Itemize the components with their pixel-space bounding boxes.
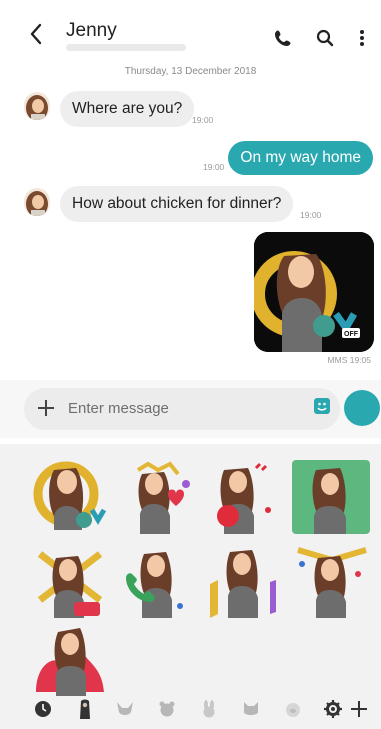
contact-avatar[interactable]: [24, 188, 50, 216]
send-button[interactable]: [344, 390, 380, 426]
sticker-phone[interactable]: [118, 544, 196, 618]
rabbit-icon[interactable]: [198, 698, 220, 720]
pig-icon[interactable]: [282, 698, 304, 720]
sticker-ok[interactable]: [32, 456, 110, 530]
cat-icon[interactable]: [240, 698, 262, 720]
sticker-no[interactable]: [32, 544, 110, 618]
phone-icon[interactable]: [271, 26, 295, 50]
message-bubble-outgoing[interactable]: On my way home: [228, 141, 373, 175]
add-attachment-icon[interactable]: [34, 396, 58, 420]
message-bubble-incoming[interactable]: Where are you?: [60, 91, 195, 127]
date-separator: Thursday, 13 December 2018: [124, 66, 257, 77]
contact-name: Jenny: [66, 20, 117, 41]
add-icon[interactable]: [348, 698, 370, 720]
sticker-angry[interactable]: [204, 460, 282, 534]
sticker-love[interactable]: [118, 460, 196, 534]
sticker-sad[interactable]: [292, 460, 370, 534]
message-time: 19:00: [300, 210, 322, 220]
sticker-fire[interactable]: [32, 622, 110, 696]
fox-icon[interactable]: [114, 698, 136, 720]
sticker-celebrate[interactable]: [292, 544, 370, 618]
contact-number-blurred: [66, 44, 186, 51]
settings-icon[interactable]: [322, 698, 344, 720]
sticker-music[interactable]: [204, 544, 282, 618]
message-input-placeholder[interactable]: Enter message: [68, 400, 169, 417]
message-time: MMS 19:05: [327, 355, 371, 365]
more-vert-icon[interactable]: [350, 26, 374, 50]
sticker-badge: OFF: [344, 331, 359, 338]
bear-icon[interactable]: [156, 698, 178, 720]
sticker-message[interactable]: OFF: [254, 232, 374, 352]
back-arrow-icon[interactable]: [22, 20, 50, 48]
message-bubble-incoming[interactable]: How about chicken for dinner?: [60, 186, 294, 222]
recent-icon[interactable]: [32, 698, 54, 720]
message-time: 19:00: [203, 162, 225, 172]
sticker-toggle-icon[interactable]: [313, 397, 331, 415]
figure-icon[interactable]: [74, 698, 96, 720]
message-time: 19:00: [192, 115, 214, 125]
search-icon[interactable]: [313, 26, 337, 50]
contact-avatar[interactable]: [24, 92, 50, 120]
